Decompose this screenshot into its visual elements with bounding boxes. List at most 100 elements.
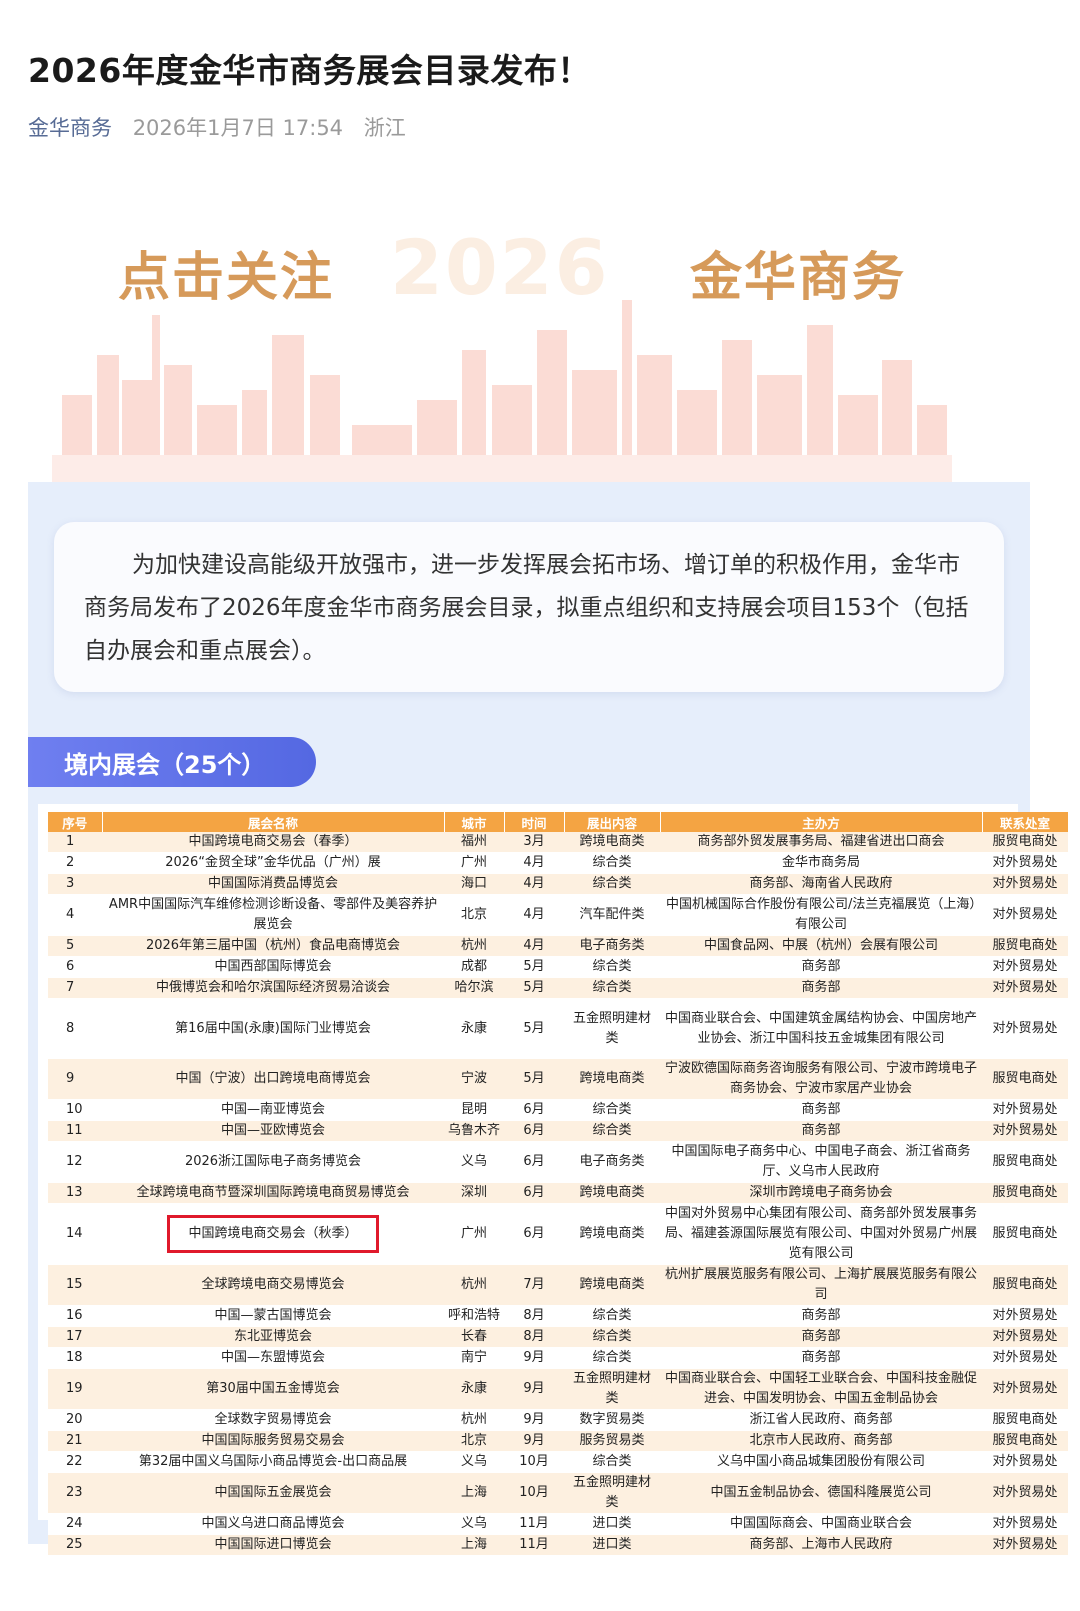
table-row: 7 中俄博览会和哈尔滨国际经济贸易洽谈会 哈尔滨 5月 综合类 商务部 对外贸易处 (48, 977, 1068, 999)
cell-time: 6月 (504, 1120, 564, 1142)
cell-time: 6月 (504, 1141, 564, 1183)
cell-content: 综合类 (564, 1305, 660, 1327)
cell-index: 15 (48, 1264, 102, 1306)
cell-name: 中国国际五金展览会 (102, 1472, 444, 1514)
cell-organizer: 商务部 (660, 1305, 982, 1327)
cell-time: 4月 (504, 873, 564, 895)
city-skyline-graphic (52, 300, 952, 485)
cell-name: 中国义乌进口商品博览会 (102, 1513, 444, 1535)
table-row: 18 中国—东盟博览会 南宁 9月 综合类 商务部 对外贸易处 (48, 1347, 1068, 1369)
cell-time: 3月 (504, 832, 564, 853)
cell-content: 综合类 (564, 977, 660, 999)
cell-contact: 对外贸易处 (982, 1120, 1068, 1142)
table-row: 9 中国（宁波）出口跨境电商博览会 宁波 5月 跨境电商类 宁波欧德国际商务咨询服务有限公… (48, 1058, 1068, 1100)
banner-follow-text: 点击关注 (118, 248, 335, 308)
cell-city: 杭州 (444, 1264, 504, 1306)
cell-organizer: 商务部 (660, 1099, 982, 1121)
cell-name: 全球跨境电商交易博览会 (102, 1264, 444, 1306)
cell-index: 14 (48, 1203, 102, 1265)
cell-contact: 对外贸易处 (982, 1513, 1068, 1535)
cell-content: 汽车配件类 (564, 894, 660, 936)
cell-city: 北京 (444, 1430, 504, 1452)
cell-city: 昆明 (444, 1099, 504, 1121)
cell-content: 五金照明建材类 (564, 1472, 660, 1514)
cell-contact: 对外贸易处 (982, 1326, 1068, 1348)
cell-name: 东北亚博览会 (102, 1326, 444, 1348)
table-row: 5 2026年第三届中国（杭州）食品电商博览会 杭州 4月 电子商务类 中国食品网、中展（… (48, 935, 1068, 957)
cell-index: 13 (48, 1182, 102, 1204)
cell-contact: 服贸电商处 (982, 935, 1068, 957)
cell-time: 5月 (504, 977, 564, 999)
cell-content: 进口类 (564, 1513, 660, 1535)
cell-organizer: 中国机械国际合作股份有限公司/法兰克福展览（上海）有限公司 (660, 894, 982, 936)
cell-city: 义乌 (444, 1141, 504, 1183)
article-title: 2026年度金华市商务展会目录发布！ (28, 51, 591, 90)
cell-city: 哈尔滨 (444, 977, 504, 999)
table-row: 6 中国西部国际博览会 成都 5月 综合类 商务部 对外贸易处 (48, 956, 1068, 978)
header-index: 序号 (48, 812, 103, 832)
table-row: 14 中国跨境电商交易会（秋季） 广州 6月 跨境电商类 中国对外贸易中心集团有限公司、商… (48, 1203, 1068, 1265)
table-row: 15 全球跨境电商交易博览会 杭州 7月 跨境电商类 杭州扩展展览服务有限公司、上海扩展展… (48, 1264, 1068, 1306)
cell-content: 数字贸易类 (564, 1409, 660, 1431)
table-row: 17 东北亚博览会 长春 8月 综合类 商务部 对外贸易处 (48, 1326, 1068, 1348)
cell-time: 4月 (504, 852, 564, 874)
cell-index: 4 (48, 894, 102, 936)
cell-contact: 服贸电商处 (982, 1409, 1068, 1431)
cell-content: 进口类 (564, 1534, 660, 1556)
cell-organizer: 中国食品网、中展（杭州）会展有限公司 (660, 935, 982, 957)
author-link[interactable]: 金华商务 (28, 116, 112, 140)
cell-name: 全球跨境电商节暨深圳国际跨境电商贸易博览会 (102, 1182, 444, 1204)
cell-name: 中俄博览会和哈尔滨国际经济贸易洽谈会 (102, 977, 444, 999)
table-row: 25 中国国际进口博览会 上海 11月 进口类 商务部、上海市人民政府 对外贸易处 (48, 1534, 1068, 1556)
table-row: 19 第30届中国五金博览会 永康 9月 五金照明建材类 中国商业联合会、中国轻工业联合会… (48, 1368, 1068, 1410)
cell-organizer: 杭州扩展展览服务有限公司、上海扩展展览服务有限公司 (660, 1264, 982, 1306)
cell-time: 5月 (504, 1058, 564, 1100)
cell-organizer: 商务部 (660, 1120, 982, 1142)
cell-contact: 对外贸易处 (982, 1472, 1068, 1514)
table-row: 16 中国—蒙古国博览会 呼和浩特 8月 综合类 商务部 对外贸易处 (48, 1305, 1068, 1327)
header-content: 展出内容 (564, 812, 661, 832)
cell-time: 9月 (504, 1430, 564, 1452)
cell-contact: 服贸电商处 (982, 1203, 1068, 1265)
cell-index: 23 (48, 1472, 102, 1514)
cell-time: 9月 (504, 1347, 564, 1369)
table-row: 10 中国—南亚博览会 昆明 6月 综合类 商务部 对外贸易处 (48, 1099, 1068, 1121)
cell-time: 7月 (504, 1264, 564, 1306)
cell-contact: 对外贸易处 (982, 873, 1068, 895)
cell-city: 广州 (444, 852, 504, 874)
cell-content: 综合类 (564, 1099, 660, 1121)
cell-index: 12 (48, 1141, 102, 1183)
cell-organizer: 商务部 (660, 1326, 982, 1348)
cell-name: 第16届中国(永康)国际门业博览会 (102, 998, 444, 1059)
cell-city: 长春 (444, 1326, 504, 1348)
table-row: 24 中国义乌进口商品博览会 义乌 11月 进口类 中国国际商会、中国商业联合会 对外贸易处 (48, 1513, 1068, 1535)
table-row: 3 中国国际消费品博览会 海口 4月 综合类 商务部、海南省人民政府 对外贸易处 (48, 873, 1068, 895)
cell-organizer: 宁波欧德国际商务咨询服务有限公司、宁波市跨境电子商务协会、宁波市家居产业协会 (660, 1058, 982, 1100)
cell-content: 综合类 (564, 956, 660, 978)
cell-name: 2026年第三届中国（杭州）食品电商博览会 (102, 935, 444, 957)
cell-city: 福州 (444, 832, 504, 853)
cell-organizer: 金华市商务局 (660, 852, 982, 874)
cell-content: 服务贸易类 (564, 1430, 660, 1452)
cell-city: 永康 (444, 998, 504, 1059)
cell-city: 海口 (444, 873, 504, 895)
cell-content: 综合类 (564, 1326, 660, 1348)
cell-index: 25 (48, 1534, 102, 1556)
cell-time: 9月 (504, 1409, 564, 1431)
cell-index: 20 (48, 1409, 102, 1431)
exhibition-table: 序号 展会名称 城市 时间 展出内容 主办方 联系处室 1 中国跨境电商交易会（春… (48, 812, 1069, 1556)
cell-time: 4月 (504, 894, 564, 936)
cell-name: 第32届中国义乌国际小商品博览会-出口商品展 (102, 1451, 444, 1473)
cell-content: 综合类 (564, 1347, 660, 1369)
cell-index: 17 (48, 1326, 102, 1348)
cell-name: 中国跨境电商交易会（秋季） (102, 1203, 444, 1265)
cell-content: 跨境电商类 (564, 1182, 660, 1204)
cell-organizer: 浙江省人民政府、商务部 (660, 1409, 982, 1431)
cell-index: 1 (48, 832, 102, 853)
cell-organizer: 商务部 (660, 1347, 982, 1369)
cell-index: 5 (48, 935, 102, 957)
cell-index: 6 (48, 956, 102, 978)
cell-name: 中国—蒙古国博览会 (102, 1305, 444, 1327)
cell-index: 19 (48, 1368, 102, 1410)
cell-contact: 对外贸易处 (982, 1305, 1068, 1327)
